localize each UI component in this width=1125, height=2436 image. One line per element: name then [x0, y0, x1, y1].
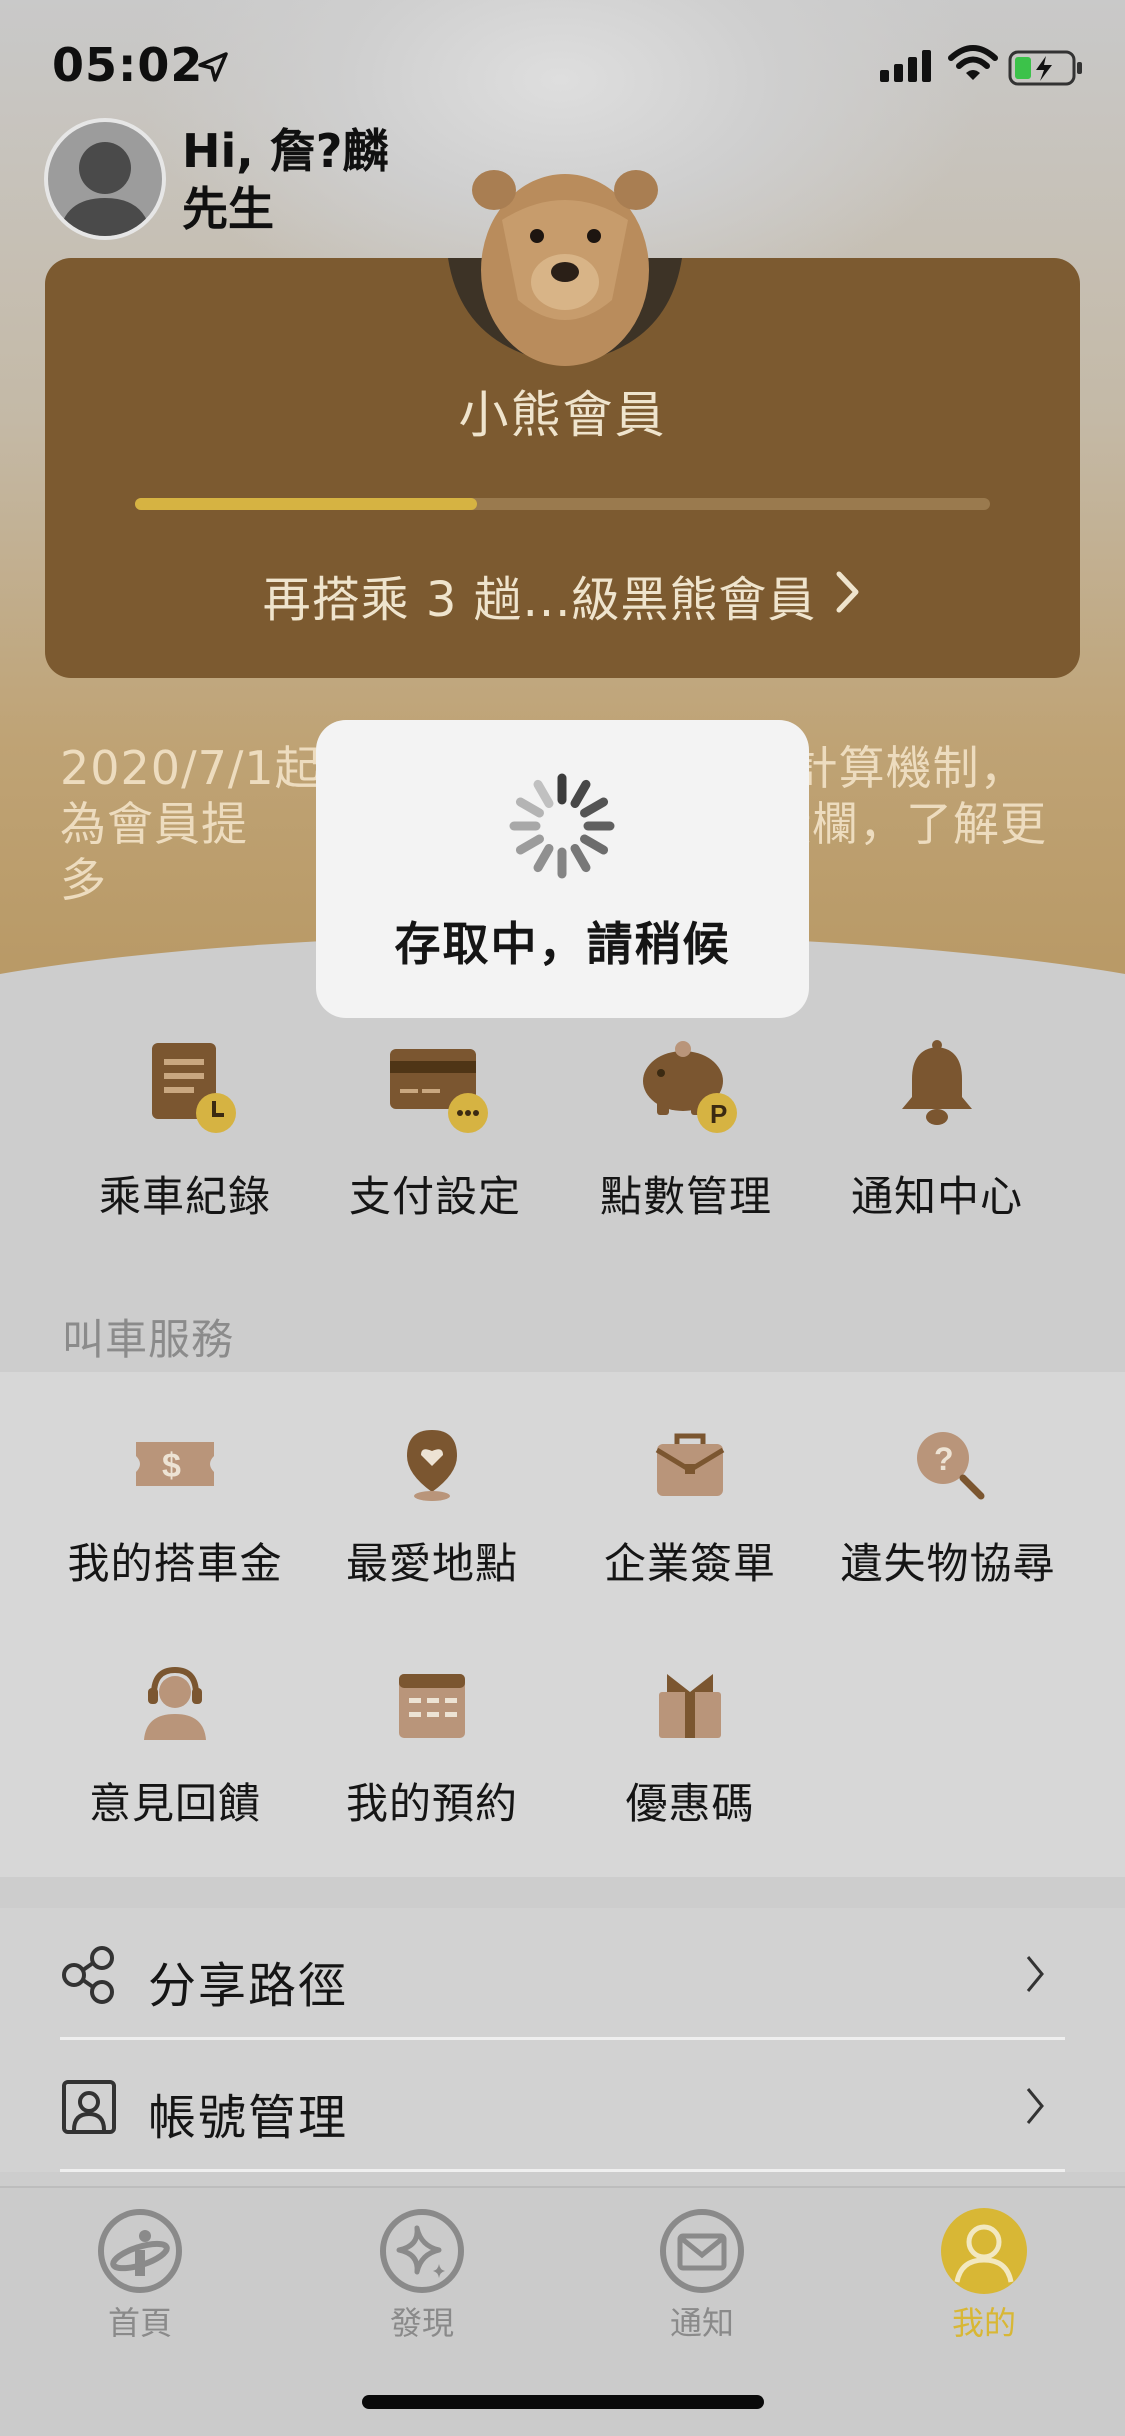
- svg-text:$: $: [162, 1447, 181, 1485]
- service-lost-found[interactable]: ? 遺失物協尋: [818, 1424, 1078, 1591]
- chevron-right-icon: [1026, 2088, 1044, 2124]
- spinner-spoke: [580, 834, 609, 855]
- calendar-icon: [399, 1674, 465, 1738]
- home-indicator[interactable]: [362, 2395, 764, 2409]
- tab-label: 通知: [669, 2304, 734, 2342]
- tab-home[interactable]: 首頁: [40, 2206, 240, 2344]
- mail-icon: [660, 2209, 744, 2293]
- settings-list: 分享路徑 帳號管理: [0, 1908, 1125, 2172]
- service-label: 我的預約: [345, 1779, 518, 1828]
- list-label: 分享路徑: [148, 1958, 349, 2014]
- service-label: 意見回饋: [88, 1779, 261, 1828]
- quick-ride-record[interactable]: 乘車紀錄: [60, 1035, 310, 1224]
- loading-spinner-icon: [509, 773, 615, 879]
- quick-label: 通知中心: [850, 1172, 1023, 1221]
- member-progress-fill: [135, 498, 477, 510]
- quick-label: 乘車紀錄: [98, 1172, 271, 1221]
- tab-discover[interactable]: 發現: [322, 2206, 522, 2344]
- spinner-spoke: [580, 797, 609, 818]
- chevron-right-icon: [836, 571, 859, 613]
- tab-notification[interactable]: 通知: [602, 2206, 802, 2344]
- briefcase-icon: [655, 1433, 725, 1496]
- chevron-right-icon: [1026, 1956, 1044, 1992]
- location-arrow-icon: [198, 52, 228, 82]
- discover-icon: [380, 2209, 464, 2293]
- spinner-spoke: [515, 834, 544, 855]
- quick-payment[interactable]: 支付設定: [310, 1035, 560, 1224]
- avatar[interactable]: [44, 118, 166, 240]
- list-label: 帳號管理: [148, 2090, 349, 2146]
- favorite-location-icon: [407, 1430, 457, 1501]
- loading-dialog: 存取中，請稍候: [316, 720, 809, 1018]
- account-icon: [62, 2080, 116, 2134]
- share-icon: [62, 1946, 114, 2004]
- profile-icon: [941, 2208, 1027, 2294]
- tab-label: 發現: [389, 2304, 454, 2342]
- service-feedback[interactable]: 意見回饋: [45, 1664, 305, 1831]
- svg-text:P: P: [710, 1099, 727, 1129]
- list-account-management[interactable]: 帳號管理: [60, 2040, 1065, 2172]
- quick-label: 點數管理: [599, 1172, 772, 1221]
- next-level-link[interactable]: 再搭乘 3 趟...級黑熊會員: [0, 560, 1125, 630]
- tab-profile[interactable]: 我的: [884, 2206, 1084, 2344]
- headset-icon: [144, 1666, 206, 1740]
- status-time: 05:02: [52, 38, 204, 92]
- service-label: 企業簽單: [603, 1539, 776, 1588]
- service-promo-code[interactable]: 優惠碼: [560, 1664, 820, 1831]
- call-service-title: 叫車服務: [62, 1315, 235, 1364]
- home-logo-icon: [98, 2209, 182, 2293]
- service-favorite-location[interactable]: 最愛地點: [302, 1424, 562, 1591]
- spinner-spoke: [533, 779, 554, 808]
- ticket-icon: $: [136, 1442, 214, 1486]
- spinner-spoke: [533, 844, 554, 873]
- service-label: 遺失物協尋: [840, 1539, 1056, 1588]
- member-progress-bar: [135, 498, 990, 510]
- lost-search-icon: ?: [917, 1432, 985, 1500]
- signal-icon: [880, 50, 931, 82]
- loading-text: 存取中，請稍候: [394, 917, 731, 971]
- piggy-bank-icon: P: [643, 1041, 737, 1133]
- service-ride-credit[interactable]: $ 我的搭車金: [45, 1424, 305, 1591]
- spinner-spoke: [570, 844, 591, 873]
- quick-label: 支付設定: [348, 1172, 521, 1221]
- spinner-spoke: [570, 779, 591, 808]
- bell-icon: [902, 1040, 972, 1125]
- tab-label: 首頁: [107, 2304, 172, 2342]
- list-share-route[interactable]: 分享路徑: [60, 1908, 1065, 2040]
- service-label: 我的搭車金: [67, 1539, 283, 1588]
- svg-text:?: ?: [934, 1441, 954, 1477]
- service-reservation[interactable]: 我的預約: [302, 1664, 562, 1831]
- bear-mascot-icon: [448, 170, 682, 366]
- service-label: 最愛地點: [345, 1539, 518, 1588]
- call-service-panel: $ 我的搭車金 最愛地點 企業簽單 ? 遺失物協尋 意見回饋 我的預約 優惠碼: [0, 1372, 1125, 1877]
- next-level-text: 再搭乘 3 趟...級黑熊會員: [262, 572, 817, 628]
- quick-actions: 乘車紀錄 支付設定 P 點數管理 通知中心: [0, 1035, 1125, 1235]
- payment-card-icon: [390, 1049, 488, 1133]
- spinner-spoke: [515, 797, 544, 818]
- service-label: 優惠碼: [625, 1779, 755, 1828]
- ride-record-icon: [152, 1043, 236, 1133]
- user-greeting: Hi, 詹?麟 先生: [182, 124, 389, 236]
- member-level-title: 小熊會員: [458, 386, 667, 444]
- tab-label: 我的: [951, 2304, 1016, 2342]
- battery-charging-icon: [1008, 50, 1082, 86]
- wifi-icon: [948, 45, 998, 80]
- quick-points[interactable]: P 點數管理: [561, 1035, 811, 1224]
- gift-icon: [659, 1674, 721, 1738]
- service-corporate[interactable]: 企業簽單: [560, 1424, 820, 1591]
- quick-notification[interactable]: 通知中心: [812, 1035, 1062, 1224]
